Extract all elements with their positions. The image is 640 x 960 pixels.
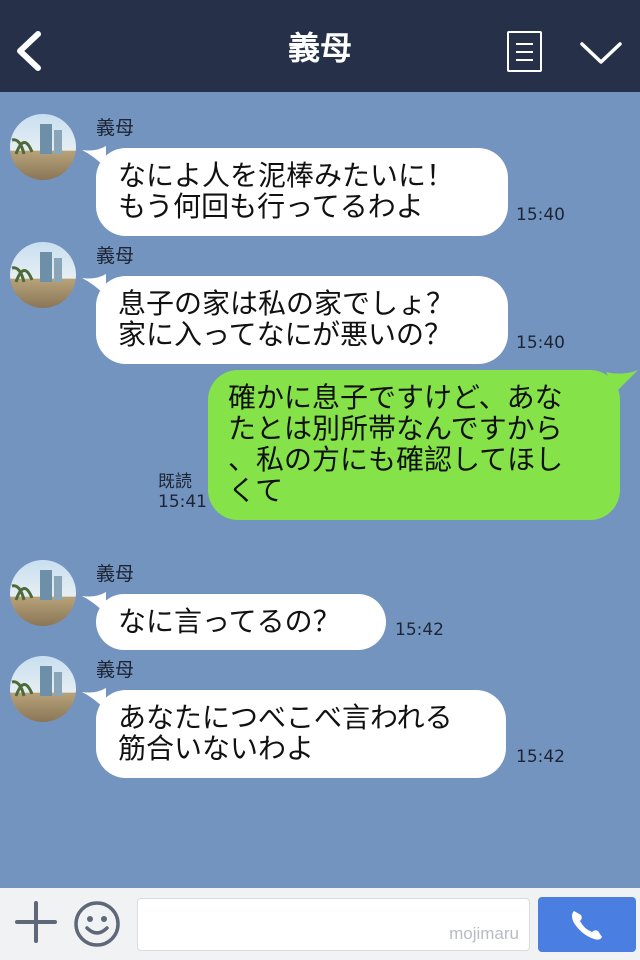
message-bubble[interactable]: なに言ってるの？: [96, 594, 386, 650]
sender-name: 義母: [96, 245, 135, 267]
menu-button[interactable]: [507, 31, 542, 72]
sender-name: 義母: [96, 659, 135, 681]
avatar[interactable]: [10, 560, 76, 626]
chevron-down-icon: [580, 42, 622, 64]
message-line: たとは別所帯なんですから: [228, 412, 563, 445]
watermark-text: mojimaru: [449, 924, 519, 943]
message-bubble[interactable]: あなたにつべこべ言われる 筋合いないわよ: [96, 690, 506, 778]
read-receipt: 既読: [158, 472, 192, 492]
sender-name: 義母: [96, 563, 135, 585]
message-time: 15:42: [516, 747, 565, 767]
emoji-button[interactable]: [73, 900, 121, 948]
message-line: あなたにつべこべ言われる: [118, 701, 453, 734]
message-line: 息子の家は私の家でしょ？: [118, 287, 455, 320]
message-line: 確かに息子ですけど、あな: [228, 381, 563, 414]
sender-name: 義母: [96, 117, 135, 139]
message-line: 、私の方にも確認してほし: [228, 443, 564, 476]
phone-icon: [572, 911, 602, 940]
chat-area[interactable]: 義母 なによ人を泥棒みたいに！ もう何回も行ってるわよ 15:40 義母 息子の…: [0, 92, 640, 888]
message-line: 筋合いないわよ: [118, 732, 315, 765]
call-button[interactable]: [538, 897, 636, 952]
message-line: もう何回も行ってるわよ: [118, 190, 424, 223]
message-time: 15:40: [516, 205, 565, 225]
message-line: なに言ってるの？: [118, 605, 341, 638]
plus-icon: [15, 901, 57, 943]
message-bubble[interactable]: なによ人を泥棒みたいに！ もう何回も行ってるわよ: [96, 148, 508, 236]
message-line: 家に入ってなにが悪いの？: [118, 318, 453, 351]
message-bubble[interactable]: 確かに息子ですけど、あな たとは別所帯なんですから 、私の方にも確認してほし く…: [208, 370, 620, 520]
message-line: くて: [228, 474, 284, 507]
avatar[interactable]: [10, 656, 76, 722]
message-time: 15:42: [395, 620, 444, 640]
smiley-icon: [74, 901, 120, 947]
avatar[interactable]: [10, 114, 76, 180]
chat-title: 義母: [287, 29, 352, 67]
dropdown-button[interactable]: [578, 38, 624, 68]
message-time: 15:40: [516, 333, 565, 353]
avatar[interactable]: [10, 242, 76, 308]
message-input[interactable]: mojimaru: [137, 898, 530, 951]
message-bubble[interactable]: 息子の家は私の家でしょ？ 家に入ってなにが悪いの？: [96, 276, 508, 364]
input-bar: mojimaru: [0, 888, 640, 960]
message-line: なによ人を泥棒みたいに！: [118, 159, 455, 192]
message-time: 15:41: [158, 492, 207, 512]
add-button[interactable]: [14, 900, 58, 944]
chat-header: 義母: [0, 0, 640, 92]
